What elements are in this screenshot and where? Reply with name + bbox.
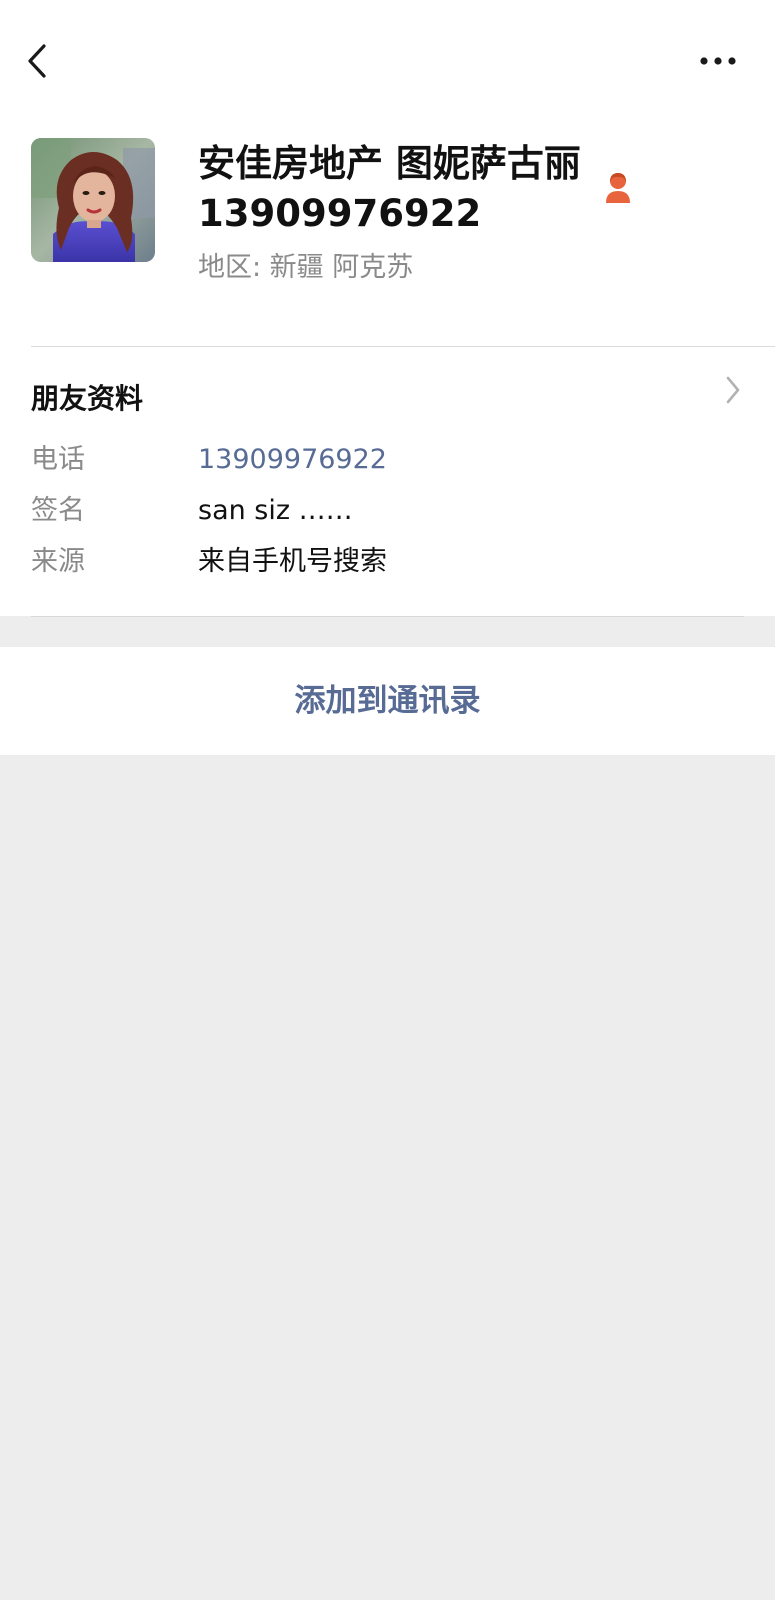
add-to-contacts-button[interactable]: 添加到通讯录 <box>0 647 775 755</box>
chevron-right-icon <box>722 372 744 408</box>
profile-card: 安佳房地产 图妮萨古丽 13909976922 地区: 新疆 阿克苏 朋友资料 <box>0 0 775 616</box>
signature-label: 签名 <box>31 495 85 526</box>
more-button[interactable] <box>692 44 744 78</box>
avatar-photo <box>31 138 155 262</box>
region-text: 地区: 新疆 阿克苏 <box>198 252 414 283</box>
back-button[interactable] <box>18 38 62 84</box>
more-horizontal-icon <box>700 57 736 65</box>
phone-link[interactable]: 13909976922 <box>198 438 387 482</box>
contact-name: 安佳房地产 图妮萨古丽 <box>198 142 581 185</box>
signature-value: san siz …… <box>198 495 353 526</box>
source-label: 来源 <box>31 546 85 577</box>
avatar[interactable] <box>31 138 155 262</box>
source-value: 来自手机号搜索 <box>198 546 387 577</box>
add-to-contacts-label: 添加到通讯录 <box>294 683 481 719</box>
info-row-phone: 电话 13909976922 <box>0 438 775 482</box>
divider <box>31 346 775 347</box>
chevron-left-icon <box>28 44 46 78</box>
info-row-signature: 签名 san siz …… <box>0 489 775 533</box>
info-row-source: 来源 来自手机号搜索 <box>0 540 775 584</box>
section-title: 朋友资料 <box>31 382 144 415</box>
phone-label: 电话 <box>31 444 85 475</box>
female-person-icon <box>603 170 633 204</box>
contact-name-phone: 13909976922 <box>198 192 482 235</box>
friend-info-row[interactable]: 朋友资料 <box>0 372 775 424</box>
divider <box>31 616 744 617</box>
contact-profile-page: 安佳房地产 图妮萨古丽 13909976922 地区: 新疆 阿克苏 朋友资料 <box>0 0 775 1600</box>
